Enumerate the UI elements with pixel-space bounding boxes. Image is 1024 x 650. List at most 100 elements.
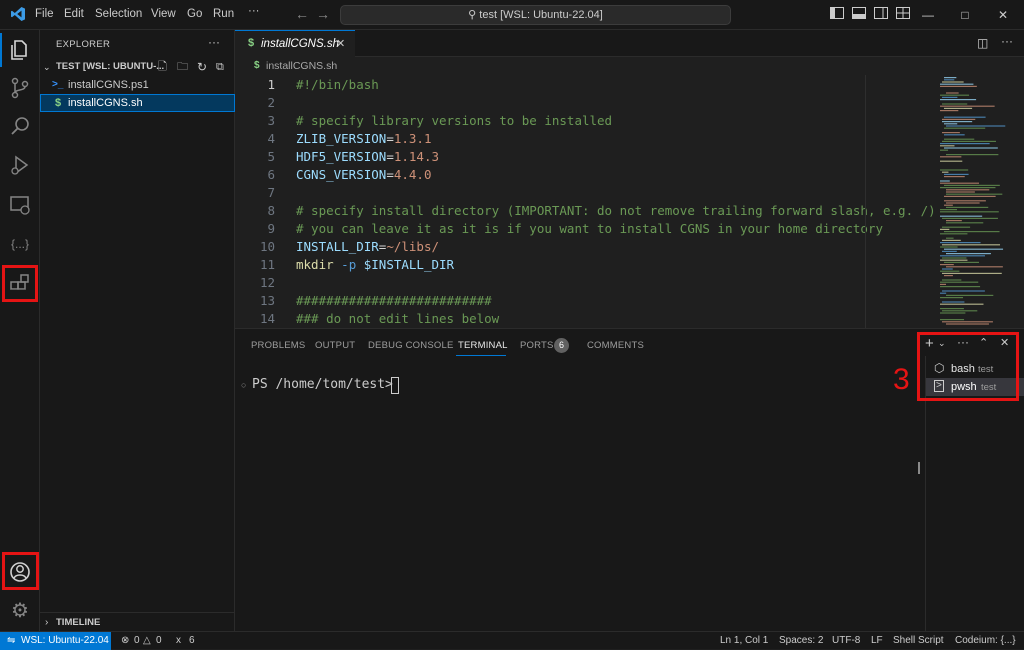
code-token: ZLIB_VERSION: [296, 131, 386, 146]
close-tab-icon[interactable]: ✕: [336, 37, 345, 50]
collapse-all-icon[interactable]: ⧉: [216, 58, 224, 76]
menu-more[interactable]: ···: [248, 5, 260, 17]
cursor-position[interactable]: Ln 1, Col 1: [720, 632, 768, 649]
shell-file-icon: $: [55, 94, 61, 112]
file-row-selected[interactable]: $ installCGNS.sh: [40, 94, 235, 112]
tab-problems[interactable]: PROBLEMS: [251, 340, 305, 351]
minimap-line: [940, 110, 958, 111]
error-icon: ⊗: [121, 632, 129, 649]
terminal-area[interactable]: [235, 365, 925, 631]
code-editor[interactable]: 1#!/bin/bash23# specify library versions…: [235, 75, 935, 328]
minimap-line: [944, 196, 996, 197]
file-row[interactable]: >_ installCGNS.ps1: [40, 76, 235, 94]
tab-terminal[interactable]: TERMINAL: [458, 340, 508, 351]
run-debug-icon[interactable]: [6, 151, 34, 179]
powershell-file-icon: >_: [52, 76, 63, 94]
explorer-icon[interactable]: [6, 36, 34, 64]
menu-selection[interactable]: Selection: [95, 8, 142, 20]
settings-gear-icon[interactable]: ⚙: [6, 597, 34, 625]
language-mode[interactable]: Shell Script: [893, 632, 944, 649]
menu-go[interactable]: Go: [187, 8, 202, 20]
code-token: =: [386, 131, 394, 146]
indentation[interactable]: Spaces: 2: [779, 632, 823, 649]
code-token: mkdir: [296, 257, 334, 272]
sidebar-more-icon[interactable]: ···: [208, 35, 220, 49]
minimap-line: [942, 301, 964, 302]
ports-status[interactable]: x 6: [176, 632, 200, 650]
split-editor-icon[interactable]: ◫: [977, 36, 988, 50]
close-window-icon[interactable]: ✕: [993, 5, 1013, 25]
minimap-line: [942, 251, 957, 252]
editor-tab-active[interactable]: $ installCGNS.sh ✕: [235, 30, 355, 57]
minimap-line: [940, 284, 946, 285]
breadcrumb: $ installCGNS.sh: [235, 57, 1024, 75]
line-number: 11: [235, 256, 275, 274]
minimap-line: [946, 253, 991, 254]
toggle-panel-icon[interactable]: [849, 5, 869, 25]
maximize-icon[interactable]: □: [955, 5, 975, 25]
refresh-icon[interactable]: ↻: [197, 58, 207, 76]
minimap-line: [942, 172, 948, 173]
minimap-line: [944, 174, 969, 175]
minimap-line: [940, 84, 973, 85]
warning-count: 0: [156, 632, 162, 649]
minimap-line: [940, 187, 995, 188]
problems-status[interactable]: ⊗ 0 △ 0: [121, 632, 167, 650]
divider: [40, 612, 235, 613]
minimap-line: [946, 266, 1003, 267]
minimap-line: [940, 156, 961, 157]
end-of-line[interactable]: LF: [871, 632, 883, 649]
minimize-icon[interactable]: —: [918, 5, 938, 25]
minimap-line: [940, 297, 963, 298]
code-token: 1.3.1: [394, 131, 432, 146]
remote-indicator[interactable]: ⇋ WSL: Ubuntu-22.04: [0, 632, 111, 650]
menu-file[interactable]: File: [35, 8, 54, 20]
ports-count: 6: [189, 632, 195, 649]
line-number: 4: [235, 130, 275, 148]
menu-run[interactable]: Run: [213, 8, 234, 20]
json-outline-icon[interactable]: {...}: [6, 230, 34, 258]
forward-arrow-icon[interactable]: →: [316, 6, 330, 22]
code-line: 2: [235, 94, 296, 112]
toggle-primary-sidebar-icon[interactable]: [827, 5, 847, 25]
toggle-secondary-sidebar-icon[interactable]: [871, 5, 891, 25]
tab-output[interactable]: OUTPUT: [315, 340, 355, 351]
antenna-icon: x: [176, 632, 181, 649]
timeline-section[interactable]: › TIMELINE: [40, 614, 235, 632]
source-control-icon[interactable]: [6, 74, 34, 102]
tab-debug-console[interactable]: DEBUG CONSOLE: [368, 340, 453, 351]
minimap-line: [944, 123, 957, 124]
new-folder-icon[interactable]: 🗀: [177, 58, 188, 76]
minimap-line: [940, 319, 964, 320]
code-line: 11mkdir -p $INSTALL_DIR: [235, 256, 454, 274]
back-arrow-icon[interactable]: ←: [295, 6, 309, 22]
minimap-line: [942, 268, 953, 269]
menu-view[interactable]: View: [151, 8, 176, 20]
sidebar-title: EXPLORER: [56, 39, 110, 50]
editor-more-icon[interactable]: ···: [1001, 34, 1013, 48]
menu-edit[interactable]: Edit: [64, 8, 84, 20]
chevron-down-icon: ⌄: [43, 58, 51, 76]
folder-row[interactable]: ⌄ TEST [WSL: UBUNTU-... 🗋 🗀 ↻ ⧉: [40, 58, 235, 76]
tab-comments[interactable]: COMMENTS: [587, 340, 644, 351]
terminal-scrollbar[interactable]: [918, 462, 920, 474]
breadcrumb-file[interactable]: installCGNS.sh: [266, 60, 337, 72]
code-token: =: [386, 149, 394, 164]
tab-ports[interactable]: PORTS: [520, 340, 554, 351]
minimap-line: [940, 95, 969, 96]
code-token: #!/bin/bash: [296, 77, 379, 92]
remote-explorer-icon[interactable]: [6, 191, 34, 219]
code-line: 6CGNS_VERSION=4.4.0: [235, 166, 431, 184]
minimap-line: [944, 108, 972, 109]
new-file-icon[interactable]: 🗋: [158, 58, 167, 76]
active-tab-underline: [456, 355, 506, 356]
minimap-line: [944, 275, 953, 276]
codeium-status[interactable]: Codeium: {...}: [955, 632, 1016, 649]
minimap-line: [946, 189, 989, 190]
command-center-search[interactable]: ⚲ test [WSL: Ubuntu-22.04]: [340, 5, 731, 25]
encoding[interactable]: UTF-8: [832, 632, 860, 649]
search-icon[interactable]: [6, 113, 34, 141]
customize-layout-icon[interactable]: [893, 5, 913, 25]
search-icon: ⚲: [468, 9, 476, 21]
minimap[interactable]: [935, 75, 1024, 328]
